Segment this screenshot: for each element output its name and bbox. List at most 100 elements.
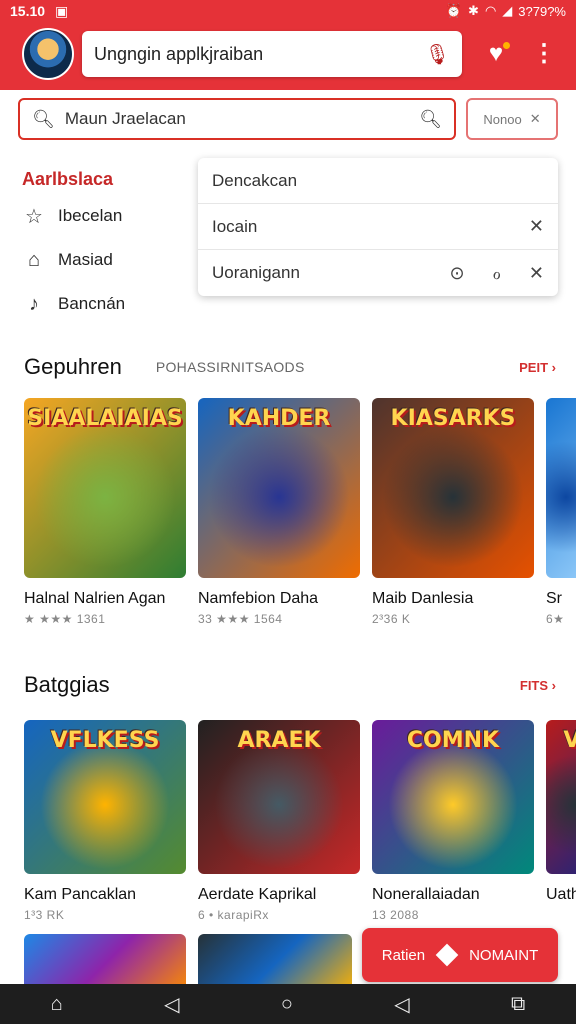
game-card-meta: 2³36 K	[372, 612, 411, 626]
game-card-meta: 6★	[546, 612, 565, 626]
suggestion-label: Dencakcan	[212, 170, 298, 190]
diamond-icon	[435, 943, 459, 967]
star-outline-icon: ☆	[25, 205, 43, 228]
top-search-text: Ungngin applkjraiban	[94, 43, 264, 64]
search-row: 🔍︎ Maun Jraelacan 🔍︎ Nonoo ✕	[18, 98, 558, 142]
suggestion-row[interactable]: Uoranigann ⊙ ℴ ✕	[198, 250, 558, 296]
game-card-art[interactable]	[198, 934, 352, 984]
game-card[interactable]: KIASARKS Maib Danlesia 2³36 K	[372, 398, 534, 638]
close-icon[interactable]: ✕	[530, 111, 541, 127]
game-card-logo: VI	[563, 728, 576, 753]
zoom-icon[interactable]: ℴ	[493, 263, 501, 284]
install-button[interactable]: Ratien NOMAINT	[362, 928, 558, 982]
game-card-meta: 1³3 RK	[24, 908, 65, 922]
menu-item-3[interactable]: ♪ Bancnán	[22, 282, 192, 326]
game-card-row-2: VFLKESS Kam Pancaklan 1³3 RK ARAEK Aerdate K…	[24, 720, 576, 960]
game-card-meta: 13 2088	[372, 908, 419, 922]
battery-text: 3?79?%	[518, 3, 566, 19]
game-card-art[interactable]: KIASARKS	[372, 398, 534, 578]
recents-icon[interactable]: ⧉	[511, 993, 525, 1016]
filter-chip[interactable]: Nonoo ✕	[466, 98, 558, 140]
game-card-title: Maib Danlesia	[372, 590, 474, 607]
game-card[interactable]: COMNK Nonerallaiadan 13 2088	[372, 720, 534, 960]
avatar[interactable]	[22, 28, 74, 80]
home-circle-icon[interactable]: ○	[281, 993, 293, 1016]
section-title: Gepuhren	[24, 354, 122, 379]
game-card-title: Nonerallaiadan	[372, 886, 480, 903]
search-input-value: Maun Jraelacan	[64, 109, 186, 128]
menu-heading: Aarlbslaca	[22, 169, 114, 189]
game-card[interactable]: Sr 6★	[546, 398, 576, 638]
section-header-1: Gepuhren POHASSIRNITSAODS PEIT ›	[24, 352, 556, 382]
game-card[interactable]: SIAALAIAIAS Halnal Nalrien Agan ★ ★★★ 1361	[24, 398, 186, 638]
game-card[interactable]: VI Uathoc	[546, 720, 576, 960]
bluetooth-icon: ✱	[468, 3, 479, 18]
game-card-title: Halnal Nalrien Agan	[24, 590, 166, 607]
search-input[interactable]: 🔍︎ Maun Jraelacan 🔍︎	[18, 98, 456, 140]
game-card-logo: ARAEK	[237, 728, 321, 753]
status-bar: 15.10 ▣ ⏰ ✱ ◠ ◢ 3?79?%	[0, 0, 576, 22]
menu-item-label: Masiad	[58, 250, 113, 269]
game-card-title: Namfebion Daha	[198, 590, 319, 607]
status-time: 15.10	[10, 3, 46, 19]
menu-item-2[interactable]: ⌂ Masiad	[22, 238, 192, 282]
game-card-art[interactable]	[24, 934, 186, 984]
search-submit-icon[interactable]: 🔍︎	[419, 109, 442, 130]
game-card-art[interactable]: KAHDER	[198, 398, 360, 578]
game-card-logo: KIASARKS	[390, 406, 516, 431]
section-subtitle: POHASSIRNITSAODS	[155, 359, 305, 375]
game-card-art[interactable]: VI	[546, 720, 576, 874]
install-button-label-1: Ratien	[381, 946, 426, 964]
more-options-icon[interactable]: ⋮	[532, 40, 556, 68]
notification-dot	[503, 42, 510, 49]
game-card-title: Sr	[546, 590, 562, 607]
section-more-link[interactable]: PEIT ›	[519, 360, 556, 375]
suggestion-row[interactable]: Dencakcan	[198, 158, 558, 204]
search-suggestions-dropdown: Dencakcan Iocain ✕ Uoranigann ⊙ ℴ ✕	[198, 158, 558, 296]
game-card-art[interactable]: VFLKESS	[24, 720, 186, 874]
section-more-label: FITS	[519, 677, 549, 693]
suggestion-label: Iocain	[212, 216, 258, 236]
game-card[interactable]: VFLKESS Kam Pancaklan 1³3 RK	[24, 720, 186, 960]
heart-icon[interactable]: ♥	[482, 40, 510, 68]
bell-outline-icon: ♪	[29, 292, 39, 315]
game-card-row-3	[24, 934, 364, 984]
alarm-icon: ⏰	[445, 3, 463, 18]
game-card[interactable]: ARAEK Aerdate Kaprikal 6 • karapiRx	[198, 720, 360, 960]
close-icon[interactable]: ✕	[529, 216, 544, 237]
mic-icon[interactable]: 🎙	[425, 42, 450, 67]
top-search-bar[interactable]: Ungngin applkjraiban 🎙	[82, 31, 462, 77]
section-title: Batggias	[24, 672, 110, 697]
game-card-meta: 6 • karapiRx	[198, 908, 269, 922]
game-card-logo: COMNK	[406, 728, 500, 753]
close-icon[interactable]: ✕	[529, 263, 544, 284]
game-card-title: Uathoc	[546, 886, 576, 903]
system-nav-bar: ⌂ ◁ ○ ◁ ⧉	[0, 984, 576, 1024]
home-outline-icon: ⌂	[27, 248, 41, 271]
side-menu: Aarlbslaca ☆ Ibecelan ⌂ Masiad ♪ Bancnán	[22, 164, 192, 326]
game-card-row-1: SIAALAIAIAS Halnal Nalrien Agan ★ ★★★ 1361…	[24, 398, 576, 638]
game-card-art[interactable]: ARAEK	[198, 720, 360, 874]
suggestion-row[interactable]: Iocain ✕	[198, 204, 558, 250]
search-icon[interactable]: ⊙	[449, 263, 464, 284]
image-notification-icon: ▣	[55, 2, 69, 19]
game-card-logo: SIAALAIAIAS	[27, 406, 183, 431]
back-icon[interactable]: ◁	[394, 992, 409, 1017]
home-icon[interactable]: ⌂	[51, 993, 63, 1016]
menu-item-1[interactable]: ☆ Ibecelan	[22, 194, 192, 238]
search-icon: 🔍︎	[32, 108, 55, 129]
game-card-logo: KAHDER	[227, 406, 331, 431]
game-card-meta: 33 ★★★ 1564	[198, 612, 283, 626]
game-card-title: Aerdate Kaprikal	[198, 886, 317, 903]
game-card-art[interactable]: SIAALAIAIAS	[24, 398, 186, 578]
game-card-art[interactable]	[546, 398, 576, 578]
menu-item-label: Ibecelan	[58, 206, 123, 225]
section-more-link[interactable]: FITS ›	[520, 678, 556, 693]
suggestion-label: Uoranigann	[212, 263, 300, 282]
back-icon[interactable]: ◁	[164, 992, 179, 1017]
game-card-title: Kam Pancaklan	[24, 886, 137, 903]
game-card-art[interactable]: COMNK	[372, 720, 534, 874]
game-card[interactable]: KAHDER Namfebion Daha 33 ★★★ 1564	[198, 398, 360, 638]
section-header-2: Batggias FITS ›	[24, 670, 556, 700]
app-top-bar: Ungngin applkjraiban 🎙 ♥ ⋮	[0, 22, 576, 90]
